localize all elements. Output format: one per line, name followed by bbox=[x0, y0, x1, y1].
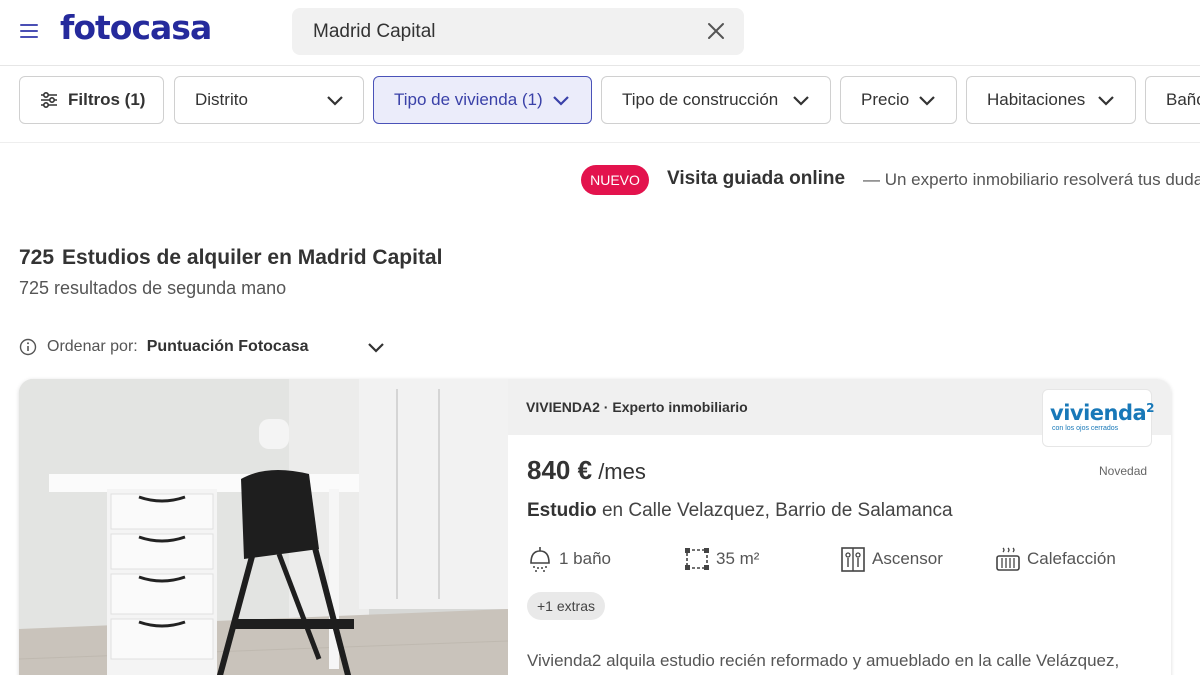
agency-logo[interactable]: vivienda2 con los ojos cerrados bbox=[1042, 389, 1155, 447]
page-title: 725 Estudios de alquiler en Madrid Capita… bbox=[19, 246, 442, 270]
chip-tipo-vivienda[interactable]: Tipo de vivienda (1) bbox=[373, 76, 592, 124]
chip-tipo-construccion[interactable]: Tipo de construcción bbox=[601, 76, 831, 124]
search-input[interactable]: Madrid Capital bbox=[292, 8, 744, 55]
elevator-icon bbox=[841, 547, 865, 572]
filtros-label: Filtros (1) bbox=[68, 90, 146, 109]
sort-control[interactable]: Ordenar por: Puntuación Fotocasa bbox=[19, 335, 384, 359]
feature-elevator: Ascensor bbox=[840, 544, 943, 574]
feature-label: Calefacción bbox=[1027, 549, 1116, 568]
listing-card[interactable]: VIVIENDA2 · Experto inmobiliario viviend… bbox=[19, 379, 1171, 675]
area-icon bbox=[685, 548, 709, 570]
sliders-icon bbox=[41, 92, 57, 108]
feature-bathrooms: 1 baño bbox=[527, 544, 611, 574]
results-title-text: Estudios de alquiler en Madrid Capital bbox=[62, 246, 443, 269]
filtros-button[interactable]: Filtros (1) bbox=[19, 76, 164, 124]
chip-label: Baño bbox=[1166, 90, 1200, 109]
nuevo-badge: NUEVO bbox=[581, 165, 649, 195]
visita-guiada-title[interactable]: Visita guiada online bbox=[667, 168, 845, 190]
agency-bar: VIVIENDA2 · Experto inmobiliario viviend… bbox=[508, 379, 1171, 447]
fotocasa-logo[interactable]: fotocasa bbox=[60, 8, 212, 47]
search-value[interactable]: Madrid Capital bbox=[313, 21, 436, 43]
chip-distrito[interactable]: Distrito bbox=[174, 76, 364, 124]
chevron-down-icon[interactable] bbox=[367, 341, 385, 354]
close-icon[interactable] bbox=[706, 21, 726, 41]
filter-bar: Filtros (1) Distrito Tipo de vivienda (1… bbox=[0, 66, 1200, 143]
chip-label: Distrito bbox=[195, 90, 248, 109]
feature-heating: Calefacción bbox=[995, 544, 1116, 574]
listing-price: 840 € /mes bbox=[527, 455, 646, 485]
chip-habitaciones[interactable]: Habitaciones bbox=[966, 76, 1136, 124]
chevron-down-icon bbox=[793, 96, 809, 106]
chip-label: Habitaciones bbox=[987, 90, 1086, 109]
feature-label: Ascensor bbox=[872, 549, 943, 568]
info-icon[interactable] bbox=[19, 338, 37, 356]
chip-label: Precio bbox=[861, 90, 910, 109]
listing-title[interactable]: Estudio en Calle Velazquez, Barrio de Sa… bbox=[527, 500, 953, 522]
listing-photo[interactable] bbox=[19, 379, 508, 675]
agency-logo-text: vivienda2 bbox=[1050, 401, 1155, 425]
heating-icon bbox=[996, 547, 1020, 571]
chevron-down-icon bbox=[919, 96, 935, 106]
feature-label: 35 m² bbox=[716, 549, 760, 568]
novedad-badge: Novedad bbox=[1099, 464, 1148, 478]
feature-area: 35 m² bbox=[684, 544, 759, 574]
chip-label: Tipo de vivienda (1) bbox=[394, 90, 543, 109]
chevron-down-icon bbox=[327, 96, 343, 106]
chevron-down-icon bbox=[553, 96, 569, 106]
feature-label: 1 baño bbox=[559, 549, 611, 568]
chip-label: Tipo de construcción bbox=[622, 90, 779, 109]
chip-precio[interactable]: Precio bbox=[840, 76, 957, 124]
sort-value[interactable]: Puntuación Fotocasa bbox=[147, 338, 309, 356]
shower-icon bbox=[530, 547, 550, 572]
results-subtitle: 725 resultados de segunda mano bbox=[19, 278, 287, 298]
chevron-down-icon bbox=[1098, 96, 1114, 106]
chip-banos[interactable]: Baño bbox=[1145, 76, 1200, 124]
listing-description: Vivienda2 alquila estudio recién reforma… bbox=[527, 651, 1120, 670]
agency-logo-tagline: con los ojos cerrados bbox=[1052, 425, 1119, 432]
extras-badge[interactable]: +1 extras bbox=[527, 592, 605, 620]
menu-icon[interactable] bbox=[20, 24, 38, 38]
results-count: 725 bbox=[19, 246, 55, 269]
top-header: fotocasa Madrid Capital bbox=[0, 0, 1200, 66]
sort-label: Ordenar por: bbox=[47, 338, 138, 355]
visita-guiada-subtitle: — Un experto inmobiliario resolverá tus … bbox=[863, 170, 1200, 189]
agency-name[interactable]: VIVIENDA2 · Experto inmobiliario bbox=[526, 399, 748, 415]
